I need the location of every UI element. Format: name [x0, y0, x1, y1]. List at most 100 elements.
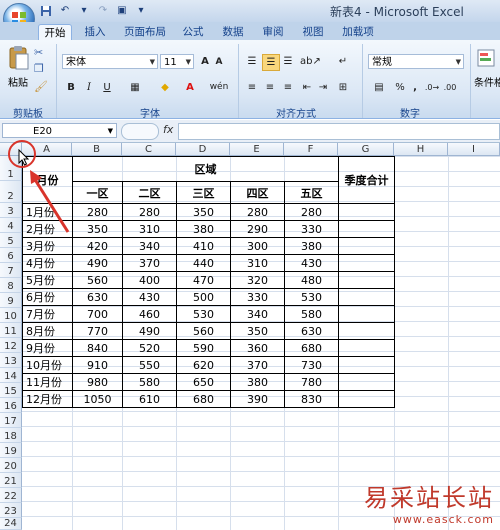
value-cell[interactable]: 620: [176, 356, 231, 374]
align-right-icon[interactable]: ≡: [280, 80, 296, 95]
tab-review[interactable]: 审阅: [258, 24, 288, 40]
font-name-select[interactable]: 宋体 ▼: [62, 54, 158, 69]
row-header-16[interactable]: 16: [0, 398, 22, 413]
underline-button[interactable]: U: [100, 80, 114, 95]
row-header-6[interactable]: 6: [0, 248, 22, 263]
region-cell[interactable]: 三区: [176, 181, 231, 204]
month-cell[interactable]: 12月份: [22, 390, 73, 408]
quarter-total-cell[interactable]: [338, 356, 395, 374]
format-painter-icon[interactable]: 🖌: [34, 80, 48, 93]
value-cell[interactable]: 280: [72, 203, 123, 221]
row-header-11[interactable]: 11: [0, 323, 22, 338]
align-left-icon[interactable]: ≡: [244, 80, 260, 95]
value-cell[interactable]: 280: [230, 203, 285, 221]
value-cell[interactable]: 360: [230, 339, 285, 357]
quarter-total-cell[interactable]: [338, 373, 395, 391]
decrease-decimal-icon[interactable]: .00: [442, 80, 458, 95]
value-cell[interactable]: 380: [230, 373, 285, 391]
value-cell[interactable]: 310: [230, 254, 285, 272]
value-cell[interactable]: 680: [176, 390, 231, 408]
quarter-total-cell[interactable]: [338, 339, 395, 357]
row-header-17[interactable]: 17: [0, 413, 22, 428]
value-cell[interactable]: 460: [122, 305, 177, 323]
paste-button[interactable]: 粘贴: [8, 74, 28, 89]
fill-color-icon[interactable]: ◆: [156, 80, 174, 95]
region-header-cell[interactable]: 区域: [72, 156, 339, 182]
percent-button[interactable]: %: [394, 80, 406, 95]
column-header-c[interactable]: C: [122, 143, 176, 156]
borders-icon[interactable]: ▦: [126, 80, 144, 95]
row-header-12[interactable]: 12: [0, 338, 22, 353]
month-cell[interactable]: 5月份: [22, 271, 73, 289]
align-middle-icon[interactable]: ☰: [262, 54, 280, 71]
row-header-21[interactable]: 21: [0, 473, 22, 488]
font-color-icon[interactable]: A: [182, 80, 198, 95]
row-header-15[interactable]: 15: [0, 383, 22, 398]
value-cell[interactable]: 530: [176, 305, 231, 323]
month-cell[interactable]: 10月份: [22, 356, 73, 374]
month-cell[interactable]: 9月份: [22, 339, 73, 357]
value-cell[interactable]: 700: [72, 305, 123, 323]
insert-function-button[interactable]: fx: [163, 123, 173, 136]
value-cell[interactable]: 430: [122, 288, 177, 306]
quarter-total-cell[interactable]: [338, 254, 395, 272]
value-cell[interactable]: 630: [72, 288, 123, 306]
font-size-select[interactable]: 11 ▼: [160, 54, 194, 69]
value-cell[interactable]: 780: [284, 373, 339, 391]
value-cell[interactable]: 420: [72, 237, 123, 255]
comma-button[interactable]: ,: [410, 80, 420, 95]
column-header-f[interactable]: F: [284, 143, 338, 156]
row-header-3[interactable]: 3: [0, 203, 22, 218]
tab-home[interactable]: 开始: [38, 24, 72, 41]
value-cell[interactable]: 610: [122, 390, 177, 408]
value-cell[interactable]: 310: [122, 220, 177, 238]
name-box[interactable]: E20 ▼: [2, 123, 117, 138]
row-header-22[interactable]: 22: [0, 488, 22, 503]
value-cell[interactable]: 520: [122, 339, 177, 357]
quarter-total-cell[interactable]: [338, 305, 395, 323]
formula-expand-control[interactable]: [121, 123, 159, 140]
column-header-e[interactable]: E: [230, 143, 284, 156]
undo-dropdown-icon[interactable]: ▾: [76, 3, 92, 18]
conditional-format-icon[interactable]: [476, 48, 498, 68]
row-header-8[interactable]: 8: [0, 278, 22, 293]
row-header-19[interactable]: 19: [0, 443, 22, 458]
value-cell[interactable]: 400: [122, 271, 177, 289]
value-cell[interactable]: 350: [230, 322, 285, 340]
value-cell[interactable]: 530: [284, 288, 339, 306]
align-bottom-icon[interactable]: ☰: [280, 54, 296, 69]
value-cell[interactable]: 300: [230, 237, 285, 255]
quarter-total-cell[interactable]: [338, 220, 395, 238]
paste-icon[interactable]: [8, 45, 30, 71]
value-cell[interactable]: 500: [176, 288, 231, 306]
month-cell[interactable]: 4月份: [22, 254, 73, 272]
value-cell[interactable]: 560: [72, 271, 123, 289]
column-header-g[interactable]: G: [338, 143, 394, 156]
value-cell[interactable]: 470: [176, 271, 231, 289]
column-header-i[interactable]: I: [448, 143, 500, 156]
value-cell[interactable]: 430: [284, 254, 339, 272]
redo-icon[interactable]: ↷: [95, 3, 111, 18]
row-header-2[interactable]: 2: [0, 181, 22, 203]
value-cell[interactable]: 630: [284, 322, 339, 340]
row-header-4[interactable]: 4: [0, 218, 22, 233]
value-cell[interactable]: 910: [72, 356, 123, 374]
row-header-13[interactable]: 13: [0, 353, 22, 368]
number-format-select[interactable]: 常规 ▼: [368, 54, 464, 69]
row-header-24[interactable]: 24: [0, 518, 22, 530]
quarter-total-cell[interactable]: [338, 271, 395, 289]
value-cell[interactable]: 380: [176, 220, 231, 238]
merge-center-icon[interactable]: ⊞: [334, 80, 352, 95]
value-cell[interactable]: 330: [284, 220, 339, 238]
value-cell[interactable]: 1050: [72, 390, 123, 408]
increase-indent-icon[interactable]: ⇥: [316, 80, 330, 95]
value-cell[interactable]: 280: [122, 203, 177, 221]
decrease-indent-icon[interactable]: ⇤: [300, 80, 314, 95]
month-cell[interactable]: 7月份: [22, 305, 73, 323]
value-cell[interactable]: 680: [284, 339, 339, 357]
quarter-total-cell[interactable]: [338, 390, 395, 408]
region-cell[interactable]: 五区: [284, 181, 339, 204]
row-header-7[interactable]: 7: [0, 263, 22, 278]
tab-view[interactable]: 视图: [298, 24, 328, 40]
row-header-14[interactable]: 14: [0, 368, 22, 383]
